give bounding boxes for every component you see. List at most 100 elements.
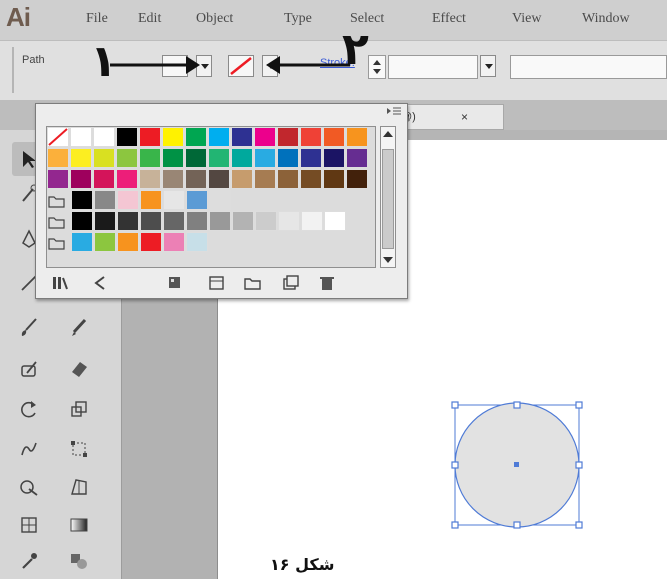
perspective-grid-tool[interactable] — [62, 470, 96, 504]
swatch[interactable] — [163, 211, 185, 231]
swatch[interactable] — [277, 127, 299, 147]
swatch[interactable] — [117, 190, 139, 210]
swatch[interactable] — [231, 169, 253, 189]
swatch[interactable] — [300, 169, 322, 189]
swatch[interactable] — [300, 148, 322, 168]
swatch[interactable] — [139, 148, 161, 168]
swatch[interactable] — [94, 190, 116, 210]
swatch[interactable] — [231, 148, 253, 168]
swatch[interactable] — [323, 169, 345, 189]
mesh-tool[interactable] — [12, 508, 46, 542]
swatch[interactable] — [185, 127, 207, 147]
swatch[interactable] — [324, 211, 346, 231]
swatch[interactable] — [71, 190, 93, 210]
delete-icon[interactable] — [316, 274, 338, 294]
handle-left[interactable] — [451, 461, 459, 469]
blend-tool[interactable] — [62, 544, 96, 578]
swatch[interactable] — [93, 148, 115, 168]
swatch[interactable] — [47, 148, 69, 168]
swatch[interactable] — [278, 211, 300, 231]
scroll-thumb[interactable] — [382, 149, 394, 249]
swatch[interactable] — [116, 127, 138, 147]
swatch[interactable] — [93, 127, 115, 147]
swatch[interactable] — [323, 127, 345, 147]
swatch[interactable] — [208, 148, 230, 168]
free-transform-tool[interactable] — [62, 432, 96, 466]
swatch[interactable] — [300, 127, 322, 147]
swatch[interactable] — [116, 148, 138, 168]
eraser-tool[interactable] — [62, 352, 96, 386]
handle-right[interactable] — [575, 461, 583, 469]
stroke-swatch[interactable] — [228, 55, 254, 77]
swatch[interactable] — [277, 148, 299, 168]
stroke-weight-dropdown[interactable] — [480, 55, 496, 77]
swatch[interactable] — [301, 211, 323, 231]
color-group-icon[interactable] — [206, 274, 228, 294]
swatch-options-icon[interactable] — [166, 274, 188, 294]
swatch[interactable] — [162, 148, 184, 168]
handle-top[interactable] — [513, 401, 521, 409]
document-tab[interactable]: @) × — [394, 104, 504, 130]
scroll-up-icon[interactable] — [383, 131, 393, 137]
swatch[interactable] — [47, 169, 69, 189]
swatch[interactable] — [163, 232, 185, 252]
menu-object[interactable]: Object — [196, 11, 233, 27]
gradient-tool[interactable] — [62, 508, 96, 542]
swatch[interactable] — [186, 190, 208, 210]
close-icon[interactable]: × — [461, 110, 468, 124]
swatch[interactable] — [94, 232, 116, 252]
swatch[interactable] — [346, 148, 368, 168]
swatch[interactable] — [93, 169, 115, 189]
swatch[interactable] — [70, 169, 92, 189]
swatch[interactable] — [346, 127, 368, 147]
swatch[interactable] — [232, 211, 254, 231]
swatch[interactable] — [140, 232, 162, 252]
swatch[interactable] — [117, 211, 139, 231]
swatch[interactable] — [209, 211, 231, 231]
swatch[interactable] — [255, 211, 277, 231]
show-kinds-icon[interactable] — [90, 274, 112, 294]
swatch[interactable] — [323, 148, 345, 168]
pencil-tool[interactable] — [62, 310, 96, 344]
menu-type[interactable]: Type — [284, 11, 312, 27]
menu-window[interactable]: Window — [582, 11, 630, 27]
swatch[interactable] — [163, 190, 185, 210]
handle-bottom-right[interactable] — [575, 521, 583, 529]
swatch-libraries-icon[interactable] — [50, 274, 72, 294]
swatch[interactable] — [94, 211, 116, 231]
stroke-weight-input[interactable] — [388, 55, 478, 79]
swatch[interactable] — [254, 127, 276, 147]
new-swatch-icon[interactable] — [280, 274, 302, 294]
warp-tool[interactable] — [12, 432, 46, 466]
swatch[interactable] — [71, 211, 93, 231]
swatch[interactable] — [254, 148, 276, 168]
swatch[interactable] — [70, 127, 92, 147]
swatch[interactable] — [185, 169, 207, 189]
swatch-scrollbar[interactable] — [380, 126, 396, 268]
panel-menu-icon[interactable] — [387, 106, 401, 121]
scale-tool[interactable] — [62, 392, 96, 426]
shape-builder-tool[interactable] — [12, 470, 46, 504]
stroke-weight-stepper[interactable] — [368, 55, 386, 79]
rotate-tool[interactable] — [12, 392, 46, 426]
paintbrush-tool[interactable] — [12, 310, 46, 344]
new-folder-icon[interactable] — [242, 274, 264, 294]
swatch[interactable] — [71, 232, 93, 252]
handle-top-right[interactable] — [575, 401, 583, 409]
swatch[interactable] — [162, 127, 184, 147]
swatch[interactable] — [117, 232, 139, 252]
swatch[interactable] — [231, 127, 253, 147]
swatch[interactable] — [346, 169, 368, 189]
selected-circle[interactable] — [450, 400, 584, 530]
swatch[interactable] — [208, 169, 230, 189]
eyedropper-tool[interactable] — [12, 544, 46, 578]
swatch[interactable] — [162, 169, 184, 189]
swatch[interactable] — [139, 169, 161, 189]
swatch[interactable] — [70, 148, 92, 168]
swatch[interactable] — [140, 190, 162, 210]
handle-bottom[interactable] — [513, 521, 521, 529]
swatch[interactable] — [116, 169, 138, 189]
handle-bottom-left[interactable] — [451, 521, 459, 529]
menu-file[interactable]: File — [86, 11, 108, 27]
swatch[interactable] — [186, 211, 208, 231]
